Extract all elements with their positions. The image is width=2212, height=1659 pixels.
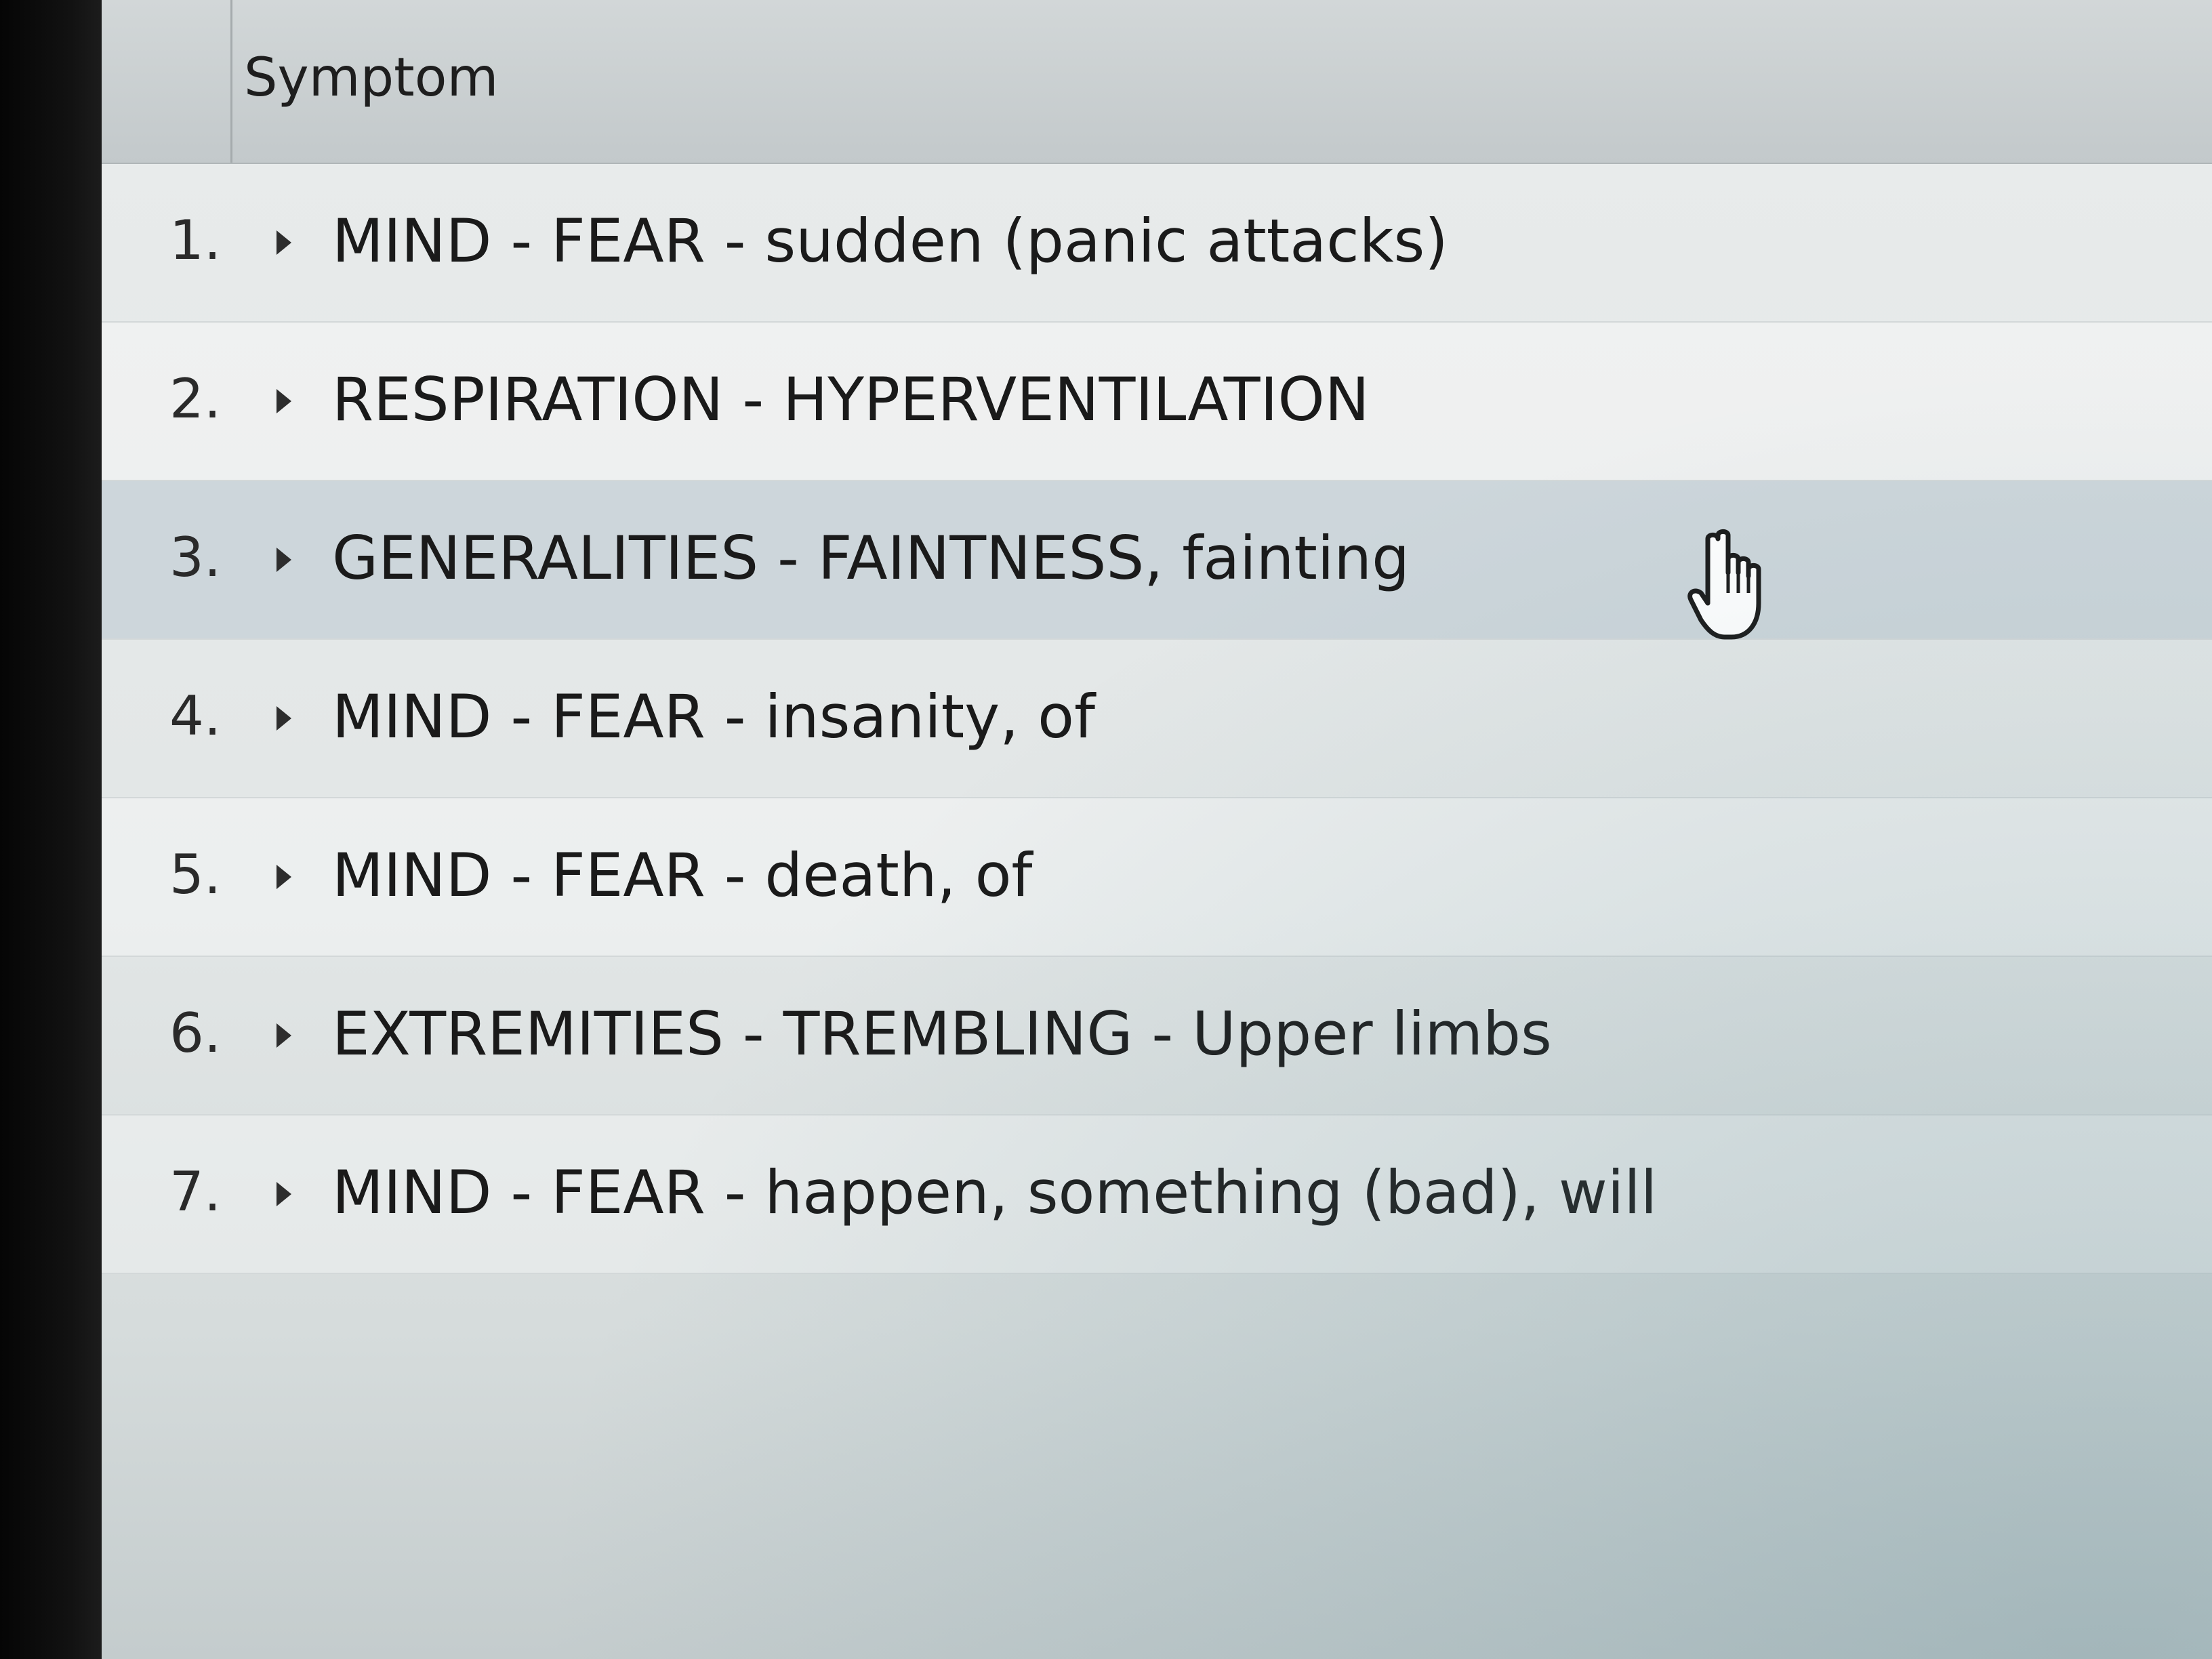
symptom-text: EXTREMITIES - TREMBLING - Upper limbs — [332, 999, 1552, 1069]
table-row[interactable]: 5. MIND - FEAR - death, of — [102, 798, 2212, 957]
table-row[interactable]: 1. MIND - FEAR - sudden (panic attacks) — [102, 164, 2212, 323]
table-row[interactable]: 6. EXTREMITIES - TREMBLING - Upper limbs — [102, 957, 2212, 1115]
symptom-text: GENERALITIES - FAINTNESS, fainting — [332, 523, 1410, 593]
table-row[interactable]: 7. MIND - FEAR - happen, something (bad)… — [102, 1115, 2212, 1274]
symptom-text: MIND - FEAR - happen, something (bad), w… — [332, 1158, 1658, 1227]
table-header: Symptom — [102, 0, 2212, 164]
expand-triangle-icon[interactable] — [276, 1182, 291, 1206]
hand-pointer-icon — [1687, 529, 1761, 640]
table-row[interactable]: 2. RESPIRATION - HYPERVENTILATION — [102, 323, 2212, 481]
expand-triangle-icon[interactable] — [276, 389, 291, 413]
symptom-text: MIND - FEAR - death, of — [332, 840, 1033, 910]
symptom-column-header[interactable]: Symptom — [244, 47, 498, 108]
expand-triangle-icon[interactable] — [276, 865, 291, 889]
symptom-text: MIND - FEAR - insanity, of — [332, 682, 1095, 752]
expand-triangle-icon[interactable] — [276, 706, 291, 731]
expand-triangle-icon[interactable] — [276, 230, 291, 255]
row-number: 5. — [169, 843, 222, 906]
row-number: 3. — [169, 526, 222, 589]
row-number: 1. — [169, 209, 222, 272]
monitor-bezel — [0, 0, 102, 1659]
symptom-text: MIND - FEAR - sudden (panic attacks) — [332, 206, 1448, 276]
table-row-selected[interactable]: 3. GENERALITIES - FAINTNESS, fainting — [102, 481, 2212, 640]
expand-triangle-icon[interactable] — [276, 548, 291, 572]
row-number: 7. — [169, 1160, 222, 1223]
row-number: 6. — [169, 1002, 222, 1065]
screen: Symptom 1. MIND - FEAR - sudden (panic a… — [102, 0, 2212, 1659]
table-row[interactable]: 4. MIND - FEAR - insanity, of — [102, 640, 2212, 798]
symptom-table: Symptom 1. MIND - FEAR - sudden (panic a… — [102, 0, 2212, 1274]
row-number: 2. — [169, 367, 222, 430]
header-column-separator[interactable] — [230, 0, 232, 163]
expand-triangle-icon[interactable] — [276, 1023, 291, 1048]
row-number: 4. — [169, 684, 222, 747]
symptom-text: RESPIRATION - HYPERVENTILATION — [332, 365, 1370, 434]
